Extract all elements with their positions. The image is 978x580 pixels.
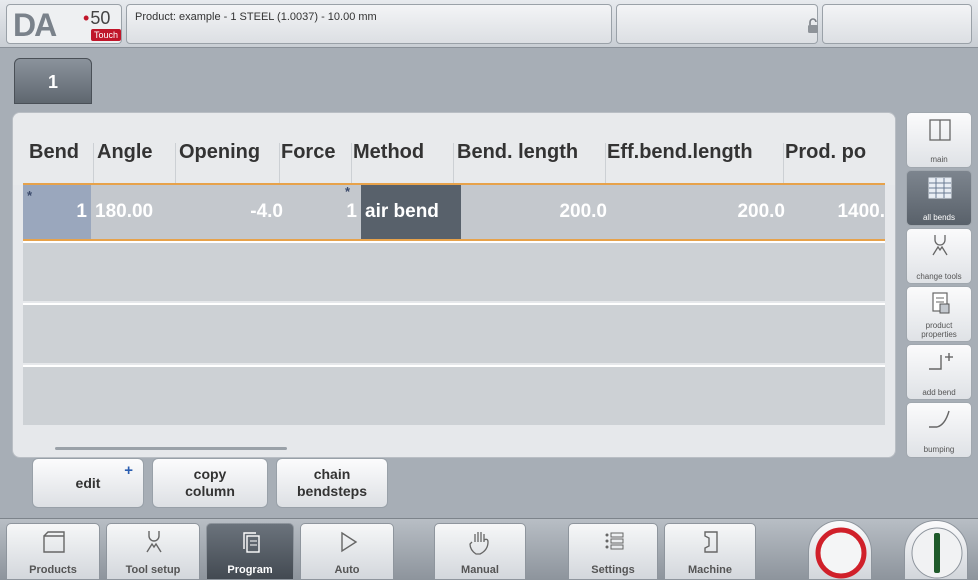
status-panel <box>822 4 972 44</box>
start-button[interactable] <box>904 520 968 580</box>
nav-auto-label: Auto <box>334 564 360 576</box>
all-bends-label: all bends <box>922 213 956 222</box>
copy-column-button[interactable]: copy column <box>152 458 268 508</box>
nav-settings-label: Settings <box>591 564 635 576</box>
table-row[interactable] <box>23 365 885 425</box>
bumping-button[interactable]: bumping <box>906 402 972 458</box>
nav-products-label: Products <box>29 564 77 576</box>
main-label: main <box>930 155 948 164</box>
cell-method[interactable]: air bend <box>361 185 461 239</box>
edit-label: edit <box>75 474 101 491</box>
nav-program-label: Program <box>227 564 273 576</box>
table-header: Bend Angle Opening Force Method Bend. le… <box>13 113 895 185</box>
bumping-icon <box>929 410 950 428</box>
tool-setup-icon <box>146 531 162 553</box>
product-title: Product: example - 1 STEEL (1.0037) - 10… <box>135 11 377 23</box>
nav-manual[interactable]: Manual <box>434 523 526 580</box>
main-button[interactable]: main <box>906 112 972 168</box>
change-tools-button[interactable]: change tools <box>906 228 972 284</box>
stop-icon <box>815 527 867 579</box>
hand-icon <box>469 532 489 555</box>
cell-bend[interactable]: * 1 <box>23 185 91 239</box>
machine-icon <box>704 531 718 553</box>
star-marker: * <box>345 184 351 199</box>
cell-opening[interactable]: -4.0 <box>185 185 283 239</box>
edit-plus-icon: + <box>124 462 133 479</box>
list-icon <box>605 532 624 550</box>
col-header-bend[interactable]: Bend <box>29 141 79 181</box>
unlock-icon[interactable] <box>807 18 821 34</box>
cell-bend-value: 1 <box>76 201 87 222</box>
cell-force[interactable]: * 1 <box>285 185 359 239</box>
all-bends-button[interactable]: all bends <box>906 170 972 226</box>
logo-text: DA <box>13 7 57 43</box>
logo-sub: Touch <box>91 29 122 41</box>
cell-angle[interactable]: 180.00 <box>95 185 185 239</box>
table-icon <box>928 177 952 199</box>
horizontal-scrollbar[interactable] <box>55 447 287 450</box>
stop-button[interactable] <box>808 520 872 580</box>
logo-model: 50 <box>83 8 110 29</box>
folder-icon <box>43 531 65 553</box>
table-row[interactable] <box>23 241 885 301</box>
lock-panel[interactable] <box>616 4 818 44</box>
copy-column-label: copy column <box>185 466 235 499</box>
tools-icon <box>932 235 948 256</box>
col-header-opening[interactable]: Opening <box>179 141 260 181</box>
start-icon <box>911 527 963 579</box>
cell-bend-length[interactable]: 200.0 <box>463 185 607 239</box>
nav-settings[interactable]: Settings <box>568 523 658 580</box>
bumping-label: bumping <box>923 445 955 454</box>
product-title-panel: Product: example - 1 STEEL (1.0037) - 10… <box>126 4 612 44</box>
col-header-angle[interactable]: Angle <box>97 141 153 181</box>
add-bend-icon <box>929 353 953 370</box>
logo: DA 50 Touch <box>6 4 122 44</box>
chain-bendsteps-label: chain bendsteps <box>296 466 367 499</box>
table-row[interactable]: * 1 180.00 -4.0 * 1 air bend 200.0 200.0… <box>23 185 885 239</box>
nav-machine[interactable]: Machine <box>664 523 756 580</box>
star-marker: * <box>27 188 33 203</box>
change-tools-label: change tools <box>916 272 962 281</box>
col-header-prod-pos[interactable]: Prod. po <box>785 141 866 181</box>
play-icon <box>341 531 358 553</box>
bends-table: Bend Angle Opening Force Method Bend. le… <box>12 112 896 458</box>
chain-bendsteps-button[interactable]: chain bendsteps <box>276 458 388 508</box>
nav-tool-setup-label: Tool setup <box>125 564 181 576</box>
nav-manual-label: Manual <box>461 564 499 576</box>
product-properties-label: product properties <box>921 321 957 339</box>
split-view-icon <box>929 119 951 141</box>
col-header-method[interactable]: Method <box>353 141 424 181</box>
properties-icon <box>932 292 950 314</box>
tab-1[interactable]: 1 <box>14 58 92 104</box>
col-header-eff-bend-length[interactable]: Eff.bend.length <box>607 141 753 181</box>
nav-program[interactable]: Program <box>206 523 294 580</box>
program-icon <box>243 532 260 553</box>
edit-button[interactable]: edit + <box>32 458 144 508</box>
cell-force-value: 1 <box>346 201 357 222</box>
table-row[interactable] <box>23 303 885 363</box>
product-properties-button[interactable]: product properties <box>906 286 972 342</box>
nav-tool-setup[interactable]: Tool setup <box>106 523 200 580</box>
cell-eff-bend-length[interactable]: 200.0 <box>615 185 785 239</box>
add-bend-label: add bend <box>922 388 956 397</box>
nav-machine-label: Machine <box>687 564 732 576</box>
nav-auto[interactable]: Auto <box>300 523 394 580</box>
cell-prod-pos[interactable]: 1400. <box>793 185 885 239</box>
nav-products[interactable]: Products <box>6 523 100 580</box>
col-header-force[interactable]: Force <box>281 141 335 181</box>
col-header-bend-length[interactable]: Bend. length <box>457 141 578 181</box>
top-bar: DA 50 Touch Product: example - 1 STEEL (… <box>0 0 978 48</box>
add-bend-button[interactable]: add bend <box>906 344 972 400</box>
